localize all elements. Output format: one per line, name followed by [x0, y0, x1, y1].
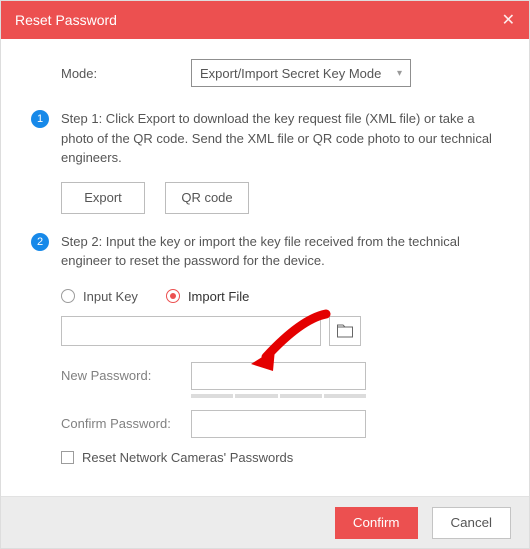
file-path-input[interactable]	[61, 316, 321, 346]
titlebar: Reset Password ✕	[1, 1, 529, 39]
radio-group-key-mode: Input Key Import File	[61, 287, 499, 307]
mode-row: Mode: Export/Import Secret Key Mode ▾	[31, 59, 499, 87]
cancel-button-label: Cancel	[451, 515, 493, 530]
qrcode-button-label: QR code	[181, 188, 232, 208]
close-icon[interactable]: ✕	[502, 10, 515, 30]
step-1-badge: 1	[31, 110, 49, 128]
password-strength-meter	[191, 394, 366, 398]
reset-cameras-row: Reset Network Cameras' Passwords	[61, 448, 499, 468]
qrcode-button[interactable]: QR code	[165, 182, 249, 214]
cancel-button[interactable]: Cancel	[432, 507, 512, 539]
confirm-button-label: Confirm	[353, 515, 400, 530]
mode-selected-value: Export/Import Secret Key Mode	[200, 66, 381, 81]
reset-cameras-checkbox[interactable]	[61, 451, 74, 464]
reset-cameras-label: Reset Network Cameras' Passwords	[82, 448, 293, 468]
radio-import-file[interactable]: Import File	[166, 287, 249, 307]
confirm-password-row: Confirm Password:	[61, 410, 499, 438]
confirm-password-label: Confirm Password:	[61, 414, 191, 434]
radio-input-key[interactable]: Input Key	[61, 287, 138, 307]
folder-icon	[337, 324, 353, 338]
export-button[interactable]: Export	[61, 182, 145, 214]
chevron-down-icon: ▾	[397, 68, 402, 79]
step-2: 2 Step 2: Input the key or import the ke…	[31, 232, 499, 468]
browse-button[interactable]	[329, 316, 361, 346]
mode-select[interactable]: Export/Import Secret Key Mode ▾	[191, 59, 411, 87]
step-2-text: Step 2: Input the key or import the key …	[61, 232, 499, 271]
radio-import-file-label: Import File	[188, 287, 249, 307]
step-1: 1 Step 1: Click Export to download the k…	[31, 109, 499, 214]
mode-label: Mode:	[61, 66, 191, 81]
step-1-text: Step 1: Click Export to download the key…	[61, 109, 499, 168]
radio-icon	[166, 289, 180, 303]
dialog-footer: Confirm Cancel	[1, 496, 529, 548]
confirm-button[interactable]: Confirm	[335, 507, 418, 539]
confirm-password-input[interactable]	[191, 410, 366, 438]
reset-password-dialog: Reset Password ✕ Mode: Export/Import Sec…	[0, 0, 530, 549]
dialog-title: Reset Password	[15, 12, 117, 28]
new-password-label: New Password:	[61, 366, 191, 386]
step-2-badge: 2	[31, 233, 49, 251]
new-password-input[interactable]	[191, 362, 366, 390]
dialog-content: Mode: Export/Import Secret Key Mode ▾ 1 …	[1, 39, 529, 496]
radio-icon	[61, 289, 75, 303]
export-button-label: Export	[84, 188, 122, 208]
new-password-row: New Password:	[61, 362, 499, 390]
radio-input-key-label: Input Key	[83, 287, 138, 307]
file-path-row	[61, 316, 499, 346]
